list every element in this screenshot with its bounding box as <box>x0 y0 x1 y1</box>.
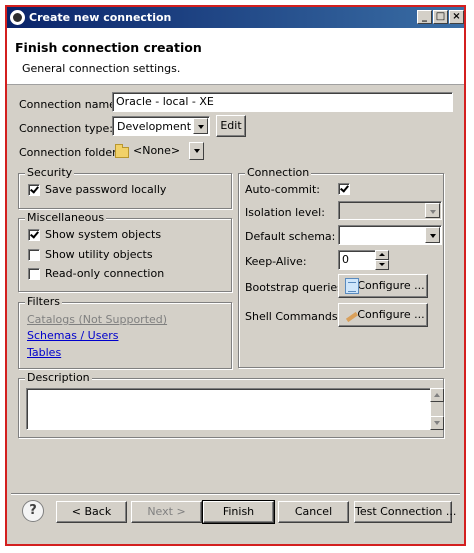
page-subtitle: General connection settings. <box>22 62 181 75</box>
auto-commit-checkbox[interactable] <box>338 183 350 195</box>
back-button[interactable]: < Back <box>56 501 127 523</box>
bootstrap-queries-icon <box>345 278 359 294</box>
default-schema-label: Default schema: <box>245 230 336 243</box>
auto-commit-label: Auto-commit: <box>245 183 320 196</box>
folder-icon <box>115 144 129 158</box>
connection-folder-value: <None> <box>133 144 181 157</box>
test-connection-button[interactable]: Test Connection ... <box>354 501 456 523</box>
close-button[interactable]: × <box>449 10 464 24</box>
description-textarea[interactable] <box>26 388 431 430</box>
page-title: Finish connection creation <box>15 40 202 55</box>
connection-group-label: Connection <box>245 166 312 179</box>
connection-type-value: Development <box>117 120 192 133</box>
show-utility-objects-label: Show utility objects <box>45 248 153 261</box>
chevron-down-icon <box>425 227 440 243</box>
shell-commands-icon <box>344 308 360 322</box>
show-system-objects-label: Show system objects <box>45 228 162 241</box>
chevron-down-icon <box>425 203 440 218</box>
title-bar: Create new connection _ □ × <box>7 7 464 28</box>
show-utility-objects-checkbox[interactable] <box>28 249 40 261</box>
connection-type-select[interactable]: Development <box>112 116 210 136</box>
bootstrap-queries-label: Bootstrap queries: <box>245 281 347 294</box>
show-system-objects-checkbox[interactable] <box>28 229 40 241</box>
isolation-level-select[interactable] <box>338 201 442 220</box>
save-password-checkbox[interactable] <box>28 184 40 196</box>
finish-button[interactable]: Finish <box>202 500 275 524</box>
keep-alive-label: Keep-Alive: <box>245 255 307 268</box>
description-scroll-up-button[interactable] <box>430 388 444 402</box>
wizard-header: Finish connection creation General conne… <box>7 28 464 85</box>
connection-name-label: Connection name: <box>19 98 120 111</box>
save-password-label: Save password locally <box>45 183 167 196</box>
app-icon <box>10 10 25 25</box>
edit-type-button[interactable]: Edit <box>216 115 246 137</box>
connection-folder-label: Connection folder: <box>19 146 121 159</box>
description-scroll-down-button[interactable] <box>430 416 444 430</box>
tables-filter-link[interactable]: Tables <box>27 346 61 359</box>
create-connection-dialog: Create new connection _ □ × Finish conne… <box>5 5 466 546</box>
keep-alive-decrement-button[interactable] <box>375 260 389 270</box>
cancel-button[interactable]: Cancel <box>278 501 349 523</box>
connection-name-input[interactable]: Oracle - local - XE <box>112 92 453 112</box>
schemas-users-filter-link[interactable]: Schemas / Users <box>27 329 118 342</box>
connection-folder-select[interactable]: <None> <box>129 141 205 161</box>
chevron-down-icon <box>193 118 208 134</box>
configure-bootstrap-label: Configure ... <box>357 279 425 292</box>
description-group-label: Description <box>25 371 92 384</box>
window-title: Create new connection <box>29 11 172 24</box>
connection-type-label: Connection type: <box>19 122 114 135</box>
read-only-connection-label: Read-only connection <box>45 267 165 280</box>
security-group-label: Security <box>25 166 75 179</box>
read-only-connection-checkbox[interactable] <box>28 268 40 280</box>
filters-group-label: Filters <box>25 295 62 308</box>
minimize-button[interactable]: _ <box>417 10 432 24</box>
catalogs-filter-link: Catalogs (Not Supported) <box>27 313 168 326</box>
keep-alive-increment-button[interactable] <box>375 250 389 260</box>
footer-separator <box>11 493 460 495</box>
maximize-button[interactable]: □ <box>433 10 448 24</box>
keep-alive-input[interactable]: 0 <box>338 250 376 270</box>
configure-bootstrap-button[interactable]: Configure ... <box>338 274 428 298</box>
default-schema-select[interactable] <box>338 225 442 245</box>
isolation-level-label: Isolation level: <box>245 206 325 219</box>
configure-shell-button[interactable]: Configure ... <box>338 303 428 327</box>
chevron-down-icon <box>189 142 204 160</box>
configure-shell-label: Configure ... <box>357 308 425 321</box>
miscellaneous-group-label: Miscellaneous <box>25 211 107 224</box>
next-button[interactable]: Next > <box>131 501 202 523</box>
help-icon[interactable]: ? <box>22 500 44 522</box>
shell-commands-label: Shell Commands: <box>245 310 342 323</box>
